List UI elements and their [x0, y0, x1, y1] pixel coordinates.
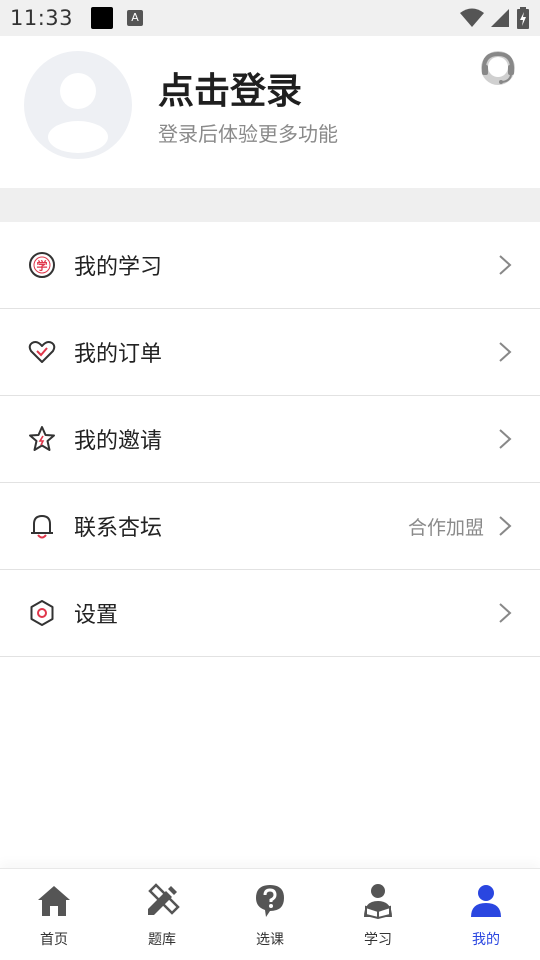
- nav-label: 学习: [364, 932, 392, 948]
- menu-item-contact[interactable]: 联系杏坛 合作加盟: [0, 483, 540, 570]
- menu-item-label: 我的学习: [74, 255, 163, 280]
- wifi-icon: [460, 8, 484, 27]
- nav-item-question-bank[interactable]: 题库: [108, 869, 216, 960]
- nav-item-courses[interactable]: 选课: [216, 869, 324, 960]
- nav-label: 我的: [472, 932, 500, 948]
- signal-icon: [491, 9, 509, 27]
- nav-label: 题库: [148, 932, 176, 948]
- nav-label: 首页: [40, 932, 68, 948]
- nav-item-study[interactable]: 学习: [324, 869, 432, 960]
- home-icon: [38, 886, 70, 916]
- menu-item-label: 联系杏坛: [74, 516, 163, 541]
- profile-header: 点击登录 登录后体验更多功能: [0, 36, 540, 188]
- status-time: 11:33: [10, 6, 74, 30]
- menu-item-settings[interactable]: 设置: [0, 570, 540, 657]
- bottom-nav: 首页 题库 选课 学习 我的: [0, 868, 540, 960]
- section-divider: [0, 188, 540, 222]
- chevron-right-icon: [499, 516, 512, 536]
- menu-item-my-orders[interactable]: 我的订单: [0, 309, 540, 396]
- menu-item-label: 我的订单: [74, 342, 163, 367]
- hexagon-settings-icon: [30, 600, 54, 626]
- nav-item-home[interactable]: 首页: [0, 869, 108, 960]
- heart-check-icon: [28, 341, 56, 363]
- menu-item-extra: 合作加盟: [407, 516, 484, 539]
- battery-charging-icon: [517, 7, 529, 29]
- chevron-right-icon: [499, 603, 512, 623]
- bell-icon: [31, 515, 53, 539]
- login-subtitle: 登录后体验更多功能: [158, 122, 338, 146]
- notification-square-icon: [91, 7, 114, 29]
- login-title[interactable]: 点击登录: [158, 62, 302, 114]
- nav-item-mine[interactable]: 我的: [432, 869, 540, 960]
- chevron-right-icon: [499, 429, 512, 449]
- star-icon: [29, 426, 55, 451]
- nav-label: 选课: [256, 932, 284, 948]
- menu-item-my-invites[interactable]: 我的邀请: [0, 396, 540, 483]
- notification-a-icon: A: [127, 10, 144, 26]
- question-icon: [256, 885, 284, 917]
- profile-icon: [471, 885, 501, 917]
- chevron-right-icon: [499, 342, 512, 362]
- status-indicators: [460, 7, 530, 29]
- customer-service-button[interactable]: [478, 48, 518, 88]
- chevron-right-icon: [499, 255, 512, 275]
- study-icon-glyph: 学: [37, 259, 48, 273]
- learner-icon: [364, 884, 392, 919]
- pencil-ruler-icon: [148, 883, 180, 915]
- customer-service-icon: [481, 51, 515, 85]
- user-placeholder-icon: [48, 73, 108, 153]
- menu-item-label: 设置: [74, 603, 119, 628]
- avatar[interactable]: [24, 51, 132, 159]
- status-bar: 11:33 A: [0, 0, 540, 36]
- study-icon: 学: [29, 252, 55, 278]
- menu-item-my-study[interactable]: 学 我的学习: [0, 222, 540, 309]
- menu-list: 学 我的学习 我的订单 我的邀请 联系杏坛 合作加盟 设置: [0, 222, 540, 657]
- menu-item-label: 我的邀请: [74, 429, 163, 454]
